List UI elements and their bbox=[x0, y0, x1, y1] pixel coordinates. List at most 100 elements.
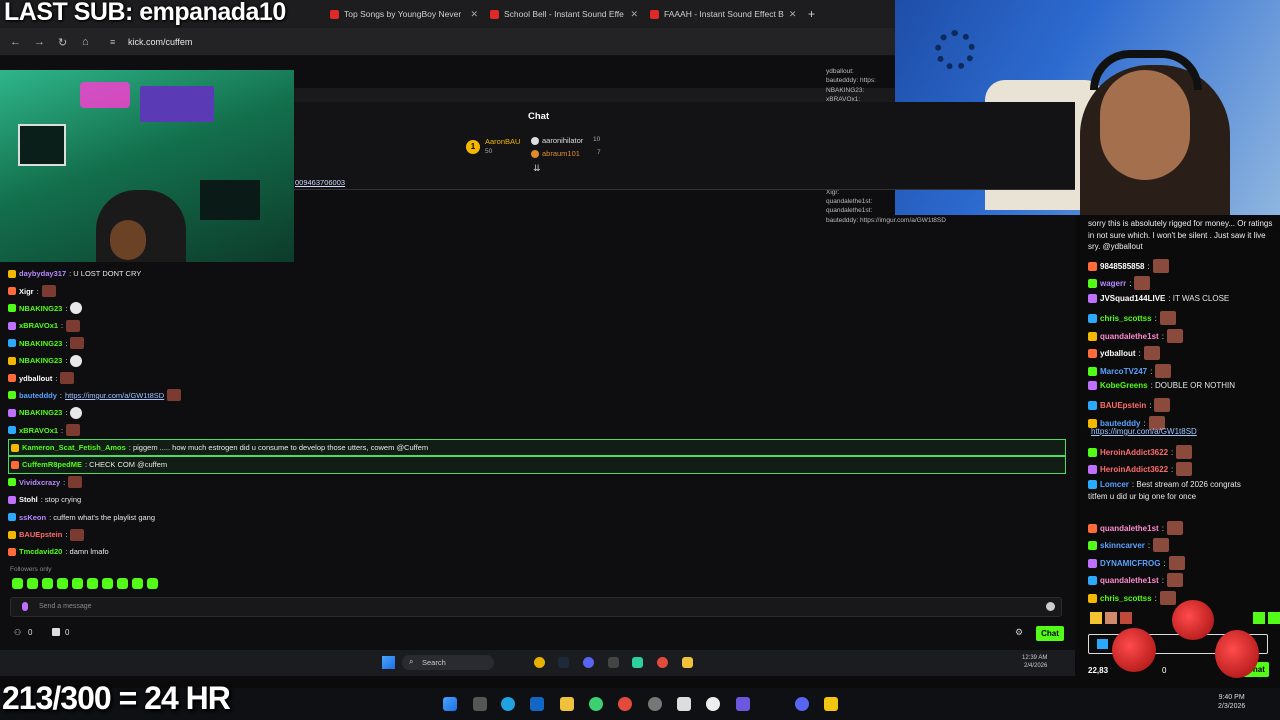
chat-message: xBRAVOx1: bbox=[8, 422, 1068, 439]
settings-gear-icon[interactable]: ⚙ bbox=[1015, 627, 1023, 638]
chat-username[interactable]: Stohl bbox=[19, 495, 38, 504]
teams-icon[interactable] bbox=[736, 697, 750, 711]
chat-username[interactable]: chris_scottss bbox=[1100, 594, 1152, 603]
steam-icon[interactable] bbox=[558, 657, 569, 668]
emote-icon[interactable] bbox=[1268, 612, 1280, 624]
app-icon[interactable] bbox=[589, 697, 603, 711]
forward-icon[interactable]: → bbox=[34, 36, 45, 48]
gift-icon[interactable] bbox=[52, 628, 60, 636]
chat-link[interactable]: https://imgur.com/a/GW1t8SD bbox=[1091, 427, 1197, 436]
app-icon[interactable] bbox=[824, 697, 838, 711]
store-icon[interactable] bbox=[677, 697, 691, 711]
emote-icon[interactable] bbox=[1120, 612, 1132, 624]
discord-icon[interactable] bbox=[795, 697, 809, 711]
chat-username[interactable]: ydballout bbox=[19, 374, 52, 383]
chat-username[interactable]: quandalethe1st bbox=[1100, 576, 1159, 585]
chat-username[interactable]: MarcoTV247 bbox=[1100, 367, 1147, 376]
chrome-icon[interactable] bbox=[618, 697, 632, 711]
chat-username[interactable]: wagerr bbox=[1100, 279, 1126, 288]
new-tab-button[interactable]: + bbox=[802, 4, 822, 24]
close-icon[interactable]: ✕ bbox=[789, 9, 797, 20]
emote-icon[interactable] bbox=[102, 578, 113, 589]
tab-faaah[interactable]: FAAAH - Instant Sound Effect B ✕ bbox=[644, 4, 798, 24]
reload-icon[interactable]: ↻ bbox=[58, 36, 67, 49]
chat-username[interactable]: Tmcdavid20 bbox=[19, 547, 62, 556]
chat-username[interactable]: daybyday317 bbox=[19, 269, 66, 278]
emote-icon[interactable] bbox=[42, 578, 53, 589]
mic-icon[interactable] bbox=[22, 602, 28, 611]
gear-decor-icon bbox=[935, 30, 975, 70]
chat-username[interactable]: DYNAMICFROG bbox=[1100, 559, 1160, 568]
chat-username[interactable]: NBAKING23 bbox=[19, 304, 62, 313]
emote-icon[interactable] bbox=[12, 578, 23, 589]
expand-chevron-icon[interactable]: ⇊ bbox=[533, 163, 541, 174]
windows-start-icon[interactable] bbox=[443, 697, 457, 711]
chat-text: : bbox=[65, 303, 68, 313]
tab-school-bell[interactable]: School Bell - Instant Sound Effe ✕ bbox=[484, 4, 644, 24]
emote-icon[interactable] bbox=[1105, 612, 1117, 624]
outlook-icon[interactable] bbox=[530, 697, 544, 711]
emote-icon[interactable] bbox=[132, 578, 143, 589]
emote-icon[interactable] bbox=[57, 578, 68, 589]
chat-username[interactable]: Xigr bbox=[19, 287, 34, 296]
emote-icon[interactable] bbox=[27, 578, 38, 589]
task-view-icon[interactable] bbox=[473, 697, 487, 711]
chat-send-button[interactable]: Chat bbox=[1036, 626, 1064, 641]
emote-icon[interactable] bbox=[147, 578, 158, 589]
emote-icon[interactable] bbox=[87, 578, 98, 589]
emote-icon[interactable] bbox=[1090, 612, 1102, 624]
chat-username[interactable]: quandalethe1st bbox=[1100, 332, 1159, 341]
send-message-input[interactable] bbox=[10, 597, 1062, 617]
chat-username[interactable]: KobeGreens bbox=[1100, 381, 1148, 390]
app-icon[interactable] bbox=[632, 657, 643, 668]
chat-username[interactable]: chris_scottss bbox=[1100, 314, 1152, 323]
chat-username[interactable]: quandalethe1st bbox=[1100, 524, 1159, 533]
chat-username[interactable]: Kameron_Scat_Fetish_Amos bbox=[22, 443, 126, 452]
folder-icon[interactable] bbox=[682, 657, 693, 668]
url-field[interactable]: kick.com/cuffem bbox=[128, 37, 192, 47]
chat-username[interactable]: NBAKING23 bbox=[19, 339, 62, 348]
chat-username[interactable]: NBAKING23 bbox=[19, 408, 62, 417]
discord-icon[interactable] bbox=[583, 657, 594, 668]
home-icon[interactable]: ⌂ bbox=[82, 36, 89, 48]
emote-icon[interactable] bbox=[72, 578, 83, 589]
chat-username[interactable]: xBRAVOx1 bbox=[19, 321, 58, 330]
back-icon[interactable]: ← bbox=[10, 36, 21, 48]
chrome-active-icon[interactable] bbox=[657, 657, 668, 668]
chat-username[interactable]: BAUEpstein bbox=[19, 530, 62, 539]
emoji-icon[interactable] bbox=[1046, 602, 1055, 611]
chat-username[interactable]: Vividxcrazy bbox=[19, 478, 60, 487]
emote-icon[interactable] bbox=[1253, 612, 1265, 624]
taskbar-search[interactable]: Search bbox=[402, 655, 494, 670]
obs-icon[interactable] bbox=[608, 657, 619, 668]
send-arrow-icon[interactable] bbox=[1097, 639, 1108, 649]
edge-icon[interactable] bbox=[501, 697, 515, 711]
chat-username[interactable]: bautedddy bbox=[19, 391, 57, 400]
chat-username[interactable]: 9848585858 bbox=[1100, 262, 1145, 271]
badge-icon bbox=[11, 460, 19, 469]
chat-username[interactable]: CuffemR8pedME bbox=[22, 460, 82, 469]
chat-username[interactable]: xBRAVOx1 bbox=[19, 426, 58, 435]
site-info-icon[interactable]: ≡ bbox=[110, 37, 115, 47]
chat-username[interactable]: skinncarver bbox=[1100, 541, 1145, 550]
chrome-icon[interactable] bbox=[534, 657, 545, 668]
chat-username[interactable]: NBAKING23 bbox=[19, 356, 62, 365]
folder-icon[interactable] bbox=[560, 697, 574, 711]
badge-icon bbox=[1088, 540, 1097, 550]
chat-username[interactable]: JVSquad144LIVE bbox=[1100, 294, 1165, 303]
chat-link[interactable]: https://imgur.com/a/GW1t8SD bbox=[65, 391, 164, 400]
chat-username[interactable]: Lomcer bbox=[1100, 480, 1129, 489]
link-fragment[interactable]: 009463706003 bbox=[295, 178, 345, 187]
close-icon[interactable]: ✕ bbox=[630, 9, 638, 20]
chat-username[interactable]: ydballout bbox=[1100, 349, 1136, 358]
chat-username[interactable]: HeroinAddict3622 bbox=[1100, 448, 1168, 457]
settings-icon[interactable] bbox=[648, 697, 662, 711]
chat-username[interactable]: HeroinAddict3622 bbox=[1100, 465, 1168, 474]
windows-start-icon[interactable] bbox=[382, 656, 395, 669]
tab-youngboy[interactable]: Top Songs by YoungBoy Never ✕ bbox=[324, 4, 484, 24]
close-icon[interactable]: ✕ bbox=[470, 9, 478, 20]
chat-username[interactable]: ssKeon bbox=[19, 513, 46, 522]
emote-icon[interactable] bbox=[117, 578, 128, 589]
app-icon[interactable] bbox=[706, 697, 720, 711]
chat-username[interactable]: BAUEpstein bbox=[1100, 401, 1146, 410]
